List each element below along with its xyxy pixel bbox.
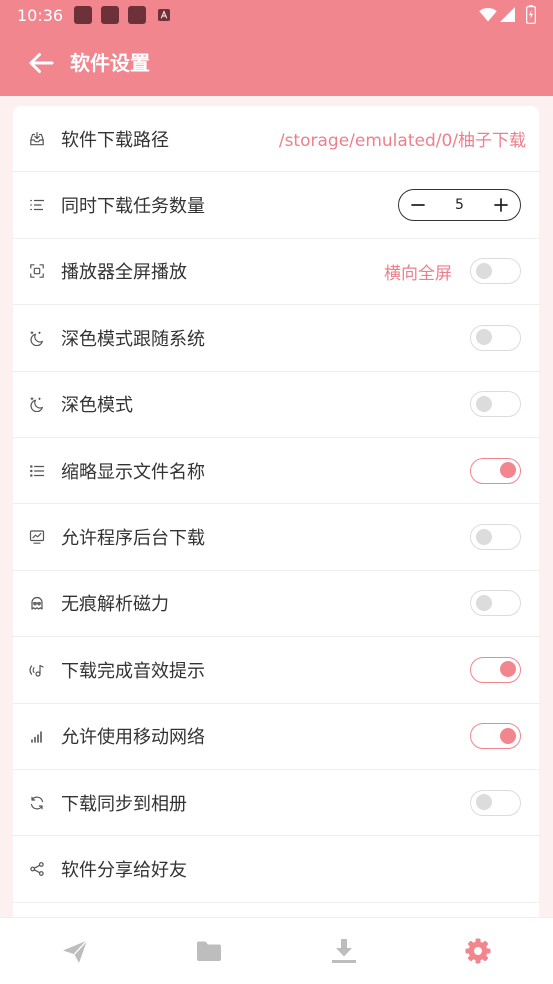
setting-label-mobile-network: 允许使用移动网络 [61, 727, 205, 749]
setting-row-background-download[interactable]: 允许程序后台下载 [13, 504, 539, 571]
status-time: 10:36 [17, 6, 64, 25]
setting-label-share-app: 软件分享给好友 [61, 859, 187, 881]
setting-row-dark-mode[interactable]: 深色模式 [13, 372, 539, 438]
fullscreen-icon [29, 263, 45, 279]
mobile-network-toggle[interactable] [470, 723, 521, 750]
nav-settings[interactable] [411, 918, 545, 984]
download-icon [331, 939, 356, 963]
setting-label-concurrent-tasks: 同时下载任务数量 [61, 196, 205, 218]
setting-row-abbreviate-filenames[interactable]: 缩略显示文件名称 [13, 438, 539, 505]
toggle-knob [475, 794, 492, 811]
status-bar: 10:36 [0, 0, 553, 32]
wifi-icon [479, 8, 497, 22]
setting-label-download-sound: 下载完成音效提示 [61, 660, 205, 682]
bottom-navigation [0, 917, 553, 984]
background-download-toggle[interactable] [470, 524, 521, 551]
setting-label-player-fullscreen: 播放器全屏播放 [61, 262, 187, 284]
toggle-knob [475, 528, 492, 545]
monitor-chart-icon [29, 529, 45, 545]
toggle-knob [500, 462, 516, 479]
increment-button[interactable] [493, 197, 509, 213]
plus-icon [494, 198, 508, 212]
dark-follow-system-toggle[interactable] [470, 324, 521, 351]
setting-row-sync-album[interactable]: 下载同步到相册 [13, 770, 539, 837]
nav-send[interactable] [8, 918, 142, 984]
toggle-knob [475, 594, 492, 611]
page-title: 软件设置 [70, 51, 150, 75]
setting-row-partial [13, 903, 539, 917]
setting-label-dark-follow-system: 深色模式跟随系统 [61, 328, 205, 350]
setting-row-incognito-magnet[interactable]: 无痕解析磁力 [13, 571, 539, 638]
app-notification-icon [101, 6, 119, 24]
fullscreen-orientation-value[interactable]: 横向全屏 [384, 259, 452, 284]
list-icon [29, 197, 45, 213]
download-sound-toggle[interactable] [470, 656, 521, 683]
arrow-left-icon[interactable] [28, 52, 54, 74]
header: 10:36 软件设置 [0, 0, 553, 96]
abbreviate-filenames-toggle[interactable] [470, 457, 521, 484]
setting-row-mobile-network[interactable]: 允许使用移动网络 [13, 704, 539, 770]
setting-label-incognito-magnet: 无痕解析磁力 [61, 594, 169, 616]
task-count-stepper: 5 [398, 189, 521, 222]
battery-charging-icon [526, 5, 536, 24]
app-notification-icon [128, 6, 146, 24]
share-icon [29, 861, 45, 877]
a-notification-icon [158, 9, 170, 21]
folder-icon [197, 941, 222, 961]
setting-row-download-sound[interactable]: 下载完成音效提示 [13, 637, 539, 704]
incognito-icon [29, 595, 45, 611]
setting-row-dark-follow-system[interactable]: 深色模式跟随系统 [13, 305, 539, 372]
list-bullet-icon [29, 463, 45, 479]
minus-icon [411, 204, 425, 206]
setting-row-download-path[interactable]: 软件下载路径 /storage/emulated/0/柚子下载 [13, 106, 539, 173]
settings-gear-icon [465, 938, 491, 964]
setting-row-share-app[interactable]: 软件分享给好友 [13, 836, 539, 903]
dark-mode-toggle[interactable] [470, 391, 521, 418]
cell-signal-icon [500, 7, 515, 22]
settings-card: 软件下载路径 /storage/emulated/0/柚子下载 同时下载任务数量… [13, 106, 539, 917]
sync-icon [29, 795, 45, 811]
setting-label-abbreviate-filenames: 缩略显示文件名称 [61, 461, 205, 483]
decrement-button[interactable] [410, 197, 426, 213]
moon-stars-icon [29, 330, 45, 346]
sync-album-toggle[interactable] [470, 789, 521, 816]
nav-downloads[interactable] [277, 918, 411, 984]
setting-label-sync-album: 下载同步到相册 [61, 793, 187, 815]
setting-label-background-download: 允许程序后台下载 [61, 528, 205, 550]
download-path-value: /storage/emulated/0/柚子下载 [278, 131, 526, 152]
toggle-knob [500, 661, 516, 678]
toggle-knob [475, 262, 492, 279]
setting-label-dark-mode: 深色模式 [61, 395, 133, 417]
toggle-knob [475, 395, 492, 412]
setting-row-player-fullscreen[interactable]: 播放器全屏播放 横向全屏 [13, 239, 539, 306]
incognito-magnet-toggle[interactable] [470, 590, 521, 617]
toggle-knob [475, 329, 492, 346]
task-count-value: 5 [455, 197, 464, 214]
settings-content[interactable]: 软件下载路径 /storage/emulated/0/柚子下载 同时下载任务数量… [0, 96, 553, 917]
sound-note-icon [29, 662, 45, 678]
setting-label-download-path: 软件下载路径 [61, 129, 169, 151]
moon-stars-icon [29, 396, 45, 413]
send-icon [63, 940, 88, 963]
nav-files[interactable] [142, 918, 276, 984]
app-notification-icon [74, 6, 92, 24]
toggle-knob [500, 727, 516, 744]
app-bar: 软件设置 [0, 32, 553, 96]
player-fullscreen-toggle[interactable] [470, 258, 521, 285]
inbox-download-icon [29, 131, 45, 147]
mobile-signal-icon [29, 728, 45, 744]
setting-row-concurrent-tasks: 同时下载任务数量 5 [13, 172, 539, 239]
